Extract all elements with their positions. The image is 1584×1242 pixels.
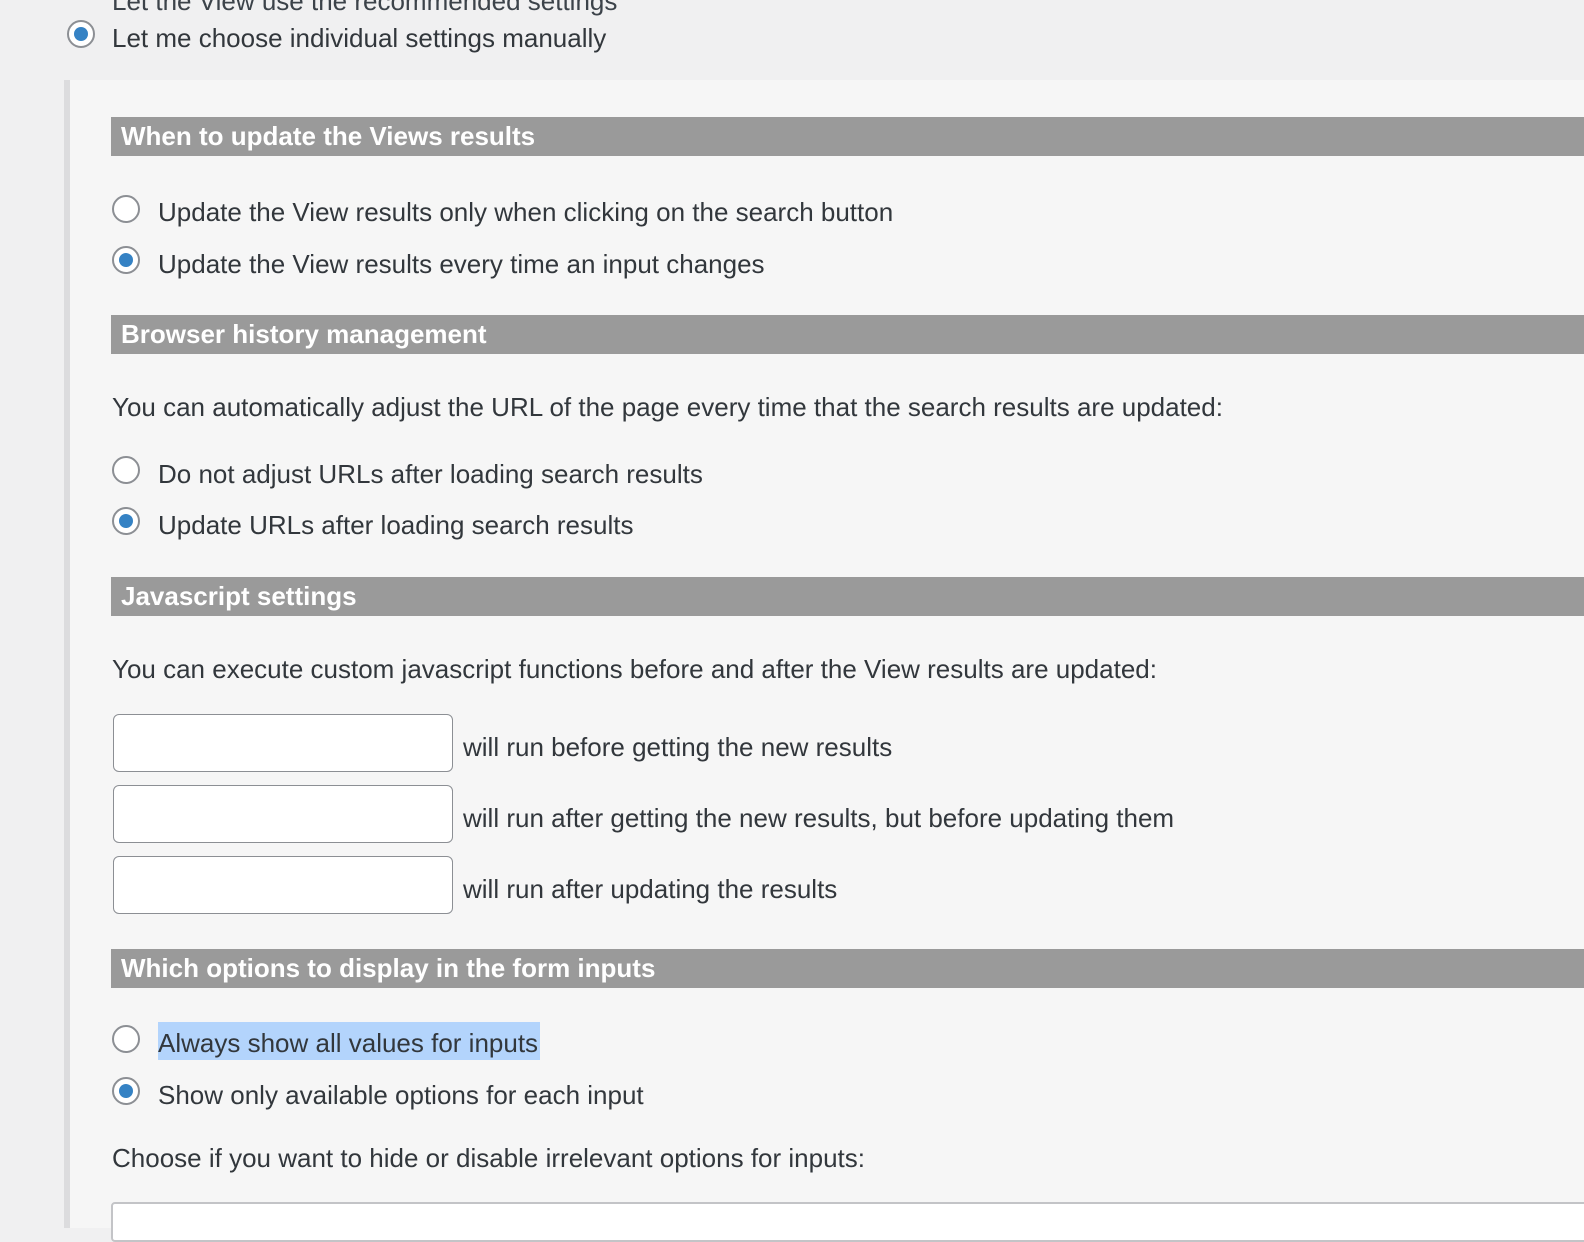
hide-disable-select[interactable] <box>111 1202 1584 1242</box>
show-all-values-radio[interactable] <box>112 1025 140 1053</box>
show-available-options-radio[interactable] <box>112 1077 140 1105</box>
section-header-options-display: Which options to display in the form inp… <box>111 949 1584 988</box>
js-after-update-input[interactable] <box>113 856 453 914</box>
js-before-fetch-label: will run before getting the new results <box>463 732 893 762</box>
no-url-adjust-label: Do not adjust URLs after loading search … <box>158 459 703 489</box>
no-url-adjust-radio[interactable] <box>112 456 140 484</box>
update-on-input-change-radio[interactable] <box>112 246 140 274</box>
update-on-input-change-label: Update the View results every time an in… <box>158 249 765 279</box>
update-on-search-button-radio[interactable] <box>112 195 140 223</box>
javascript-description: You can execute custom javascript functi… <box>112 654 1157 684</box>
section-header-update: When to update the Views results <box>111 117 1584 156</box>
manual-settings-radio[interactable] <box>67 20 95 48</box>
update-urls-label: Update URLs after loading search results <box>158 510 634 540</box>
js-after-fetch-input[interactable] <box>113 785 453 843</box>
recommended-settings-label-partial: Let the View use the recommended setting… <box>112 0 618 16</box>
show-available-options-label: Show only available options for each inp… <box>158 1080 644 1110</box>
js-before-fetch-input[interactable] <box>113 714 453 772</box>
section-header-history: Browser history management <box>111 315 1584 354</box>
section-header-javascript: Javascript settings <box>111 577 1584 616</box>
js-after-fetch-label: will run after getting the new results, … <box>463 803 1175 833</box>
history-description: You can automatically adjust the URL of … <box>112 392 1223 422</box>
update-on-search-button-label: Update the View results only when clicki… <box>158 197 894 227</box>
show-all-values-label: Always show all values for inputs <box>158 1022 541 1060</box>
update-urls-radio[interactable] <box>112 507 140 535</box>
hide-disable-description: Choose if you want to hide or disable ir… <box>112 1143 865 1173</box>
js-after-update-label: will run after updating the results <box>463 874 838 904</box>
manual-settings-label: Let me choose individual settings manual… <box>112 23 607 53</box>
